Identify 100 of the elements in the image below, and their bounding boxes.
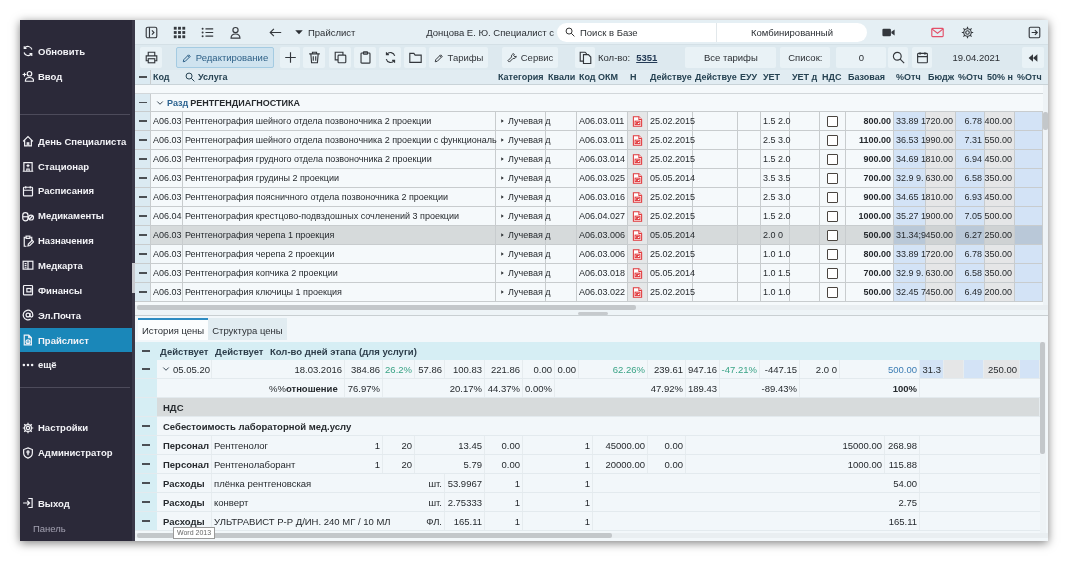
triangle-right-icon[interactable] [500,137,505,143]
document-icon[interactable] [632,171,643,185]
column-header[interactable]: Базовая [846,70,894,84]
checkbox[interactable] [827,286,838,298]
column-header[interactable]: 50% н [985,70,1015,84]
row-header[interactable] [135,436,157,454]
sidebar-item[interactable]: День Специалиста [20,128,132,154]
print-button[interactable] [140,47,162,68]
table-row[interactable]: A06.03 Рентгенография черепа 2 проекции Лучевая д A06.03.006 25.02.2015 1.0 1.0 800.00 33.89 1720.00 6.78 350.00 [135,245,1043,264]
sidebar-action[interactable]: Настройки [20,415,132,441]
count-link[interactable]: 5351 [636,52,658,63]
refresh-button[interactable] [379,47,401,68]
row-header[interactable] [135,207,151,225]
checkbox[interactable] [827,229,838,241]
search-field[interactable]: Поиск в Базе [557,22,717,42]
folder-button[interactable] [404,47,426,68]
column-header[interactable]: ЕУУ [738,70,761,84]
checkbox[interactable] [827,115,838,127]
search-button[interactable] [888,47,909,68]
triangle-right-icon[interactable] [500,289,505,295]
column-header[interactable]: Н [628,70,648,84]
document-icon[interactable] [632,247,643,261]
document-icon[interactable] [632,228,643,242]
tariffs-button[interactable]: Тарифы [429,47,488,68]
document-icon[interactable] [632,266,643,280]
vertical-scrollbar[interactable] [1040,342,1046,533]
copy-button[interactable] [329,47,351,68]
list-count-field[interactable]: 0 [836,47,887,68]
splitter-handle[interactable] [578,312,608,315]
scrollbar-thumb[interactable] [1043,112,1048,130]
tariff-filter-field[interactable]: Все тарифы [685,47,777,68]
column-header[interactable]: Действует [157,342,212,360]
table-row[interactable]: A06.03 Рентгенография шейного отдела позвоночника 2 проекции Лучевая д A06.03.011 25.02.2015 1.5 2.0 800.00 33.89 1720.00 6.78 400.00 [135,112,1043,131]
scrollbar-thumb[interactable] [1040,342,1045,454]
row-header[interactable] [135,150,151,168]
document-icon[interactable] [632,152,643,166]
checkbox[interactable] [827,210,838,222]
document-icon[interactable] [632,190,643,204]
checkbox[interactable] [827,172,838,184]
triangle-right-icon[interactable] [500,194,505,200]
date-field[interactable]: 19.04.2021 [940,47,1013,68]
triangle-right-icon[interactable] [500,118,505,124]
triangle-right-icon[interactable] [500,270,505,276]
sidebar-action[interactable]: Обновить [20,39,132,64]
row-header[interactable] [135,360,157,378]
sidebar-item[interactable]: Финансы [20,277,132,303]
column-header[interactable]: Код [151,70,183,84]
add-button[interactable] [280,47,300,68]
sidebar-item[interactable]: Прайслист [20,327,132,353]
triangle-right-icon[interactable] [500,251,505,257]
horizontal-scrollbar[interactable] [135,533,1048,538]
sidebar-item[interactable]: Эл.Почта [20,302,132,328]
document-icon[interactable] [632,285,643,299]
tab[interactable]: История цены [138,318,209,340]
horizontal-scrollbar[interactable] [135,305,1048,310]
table-row[interactable]: A06.03 Рентгенография черепа 1 проекция Лучевая д A06.03.006 05.05.2014 2.0 0 500.00 31.34;9450.00 6.27 250.00 [135,226,1043,245]
delete-button[interactable] [303,47,325,68]
table-row[interactable]: A06.03 Рентгенография грудины 2 проекции Лучевая д A06.03.025 05.05.2014 3.5 3.5 700.00 32.9 9. 630.00 6.58 350.00 [135,169,1043,188]
row-header[interactable] [135,131,151,149]
row-header[interactable] [135,493,157,511]
row-header[interactable] [135,474,157,492]
checkbox[interactable] [827,267,838,279]
checkbox[interactable] [827,248,838,260]
row-header[interactable] [135,512,157,530]
paste-button[interactable] [354,47,376,68]
sidebar-item[interactable]: ещё [20,352,132,378]
table-row[interactable]: A06.03 Рентгенография грудного отдела позвоночника 2 проекции Лучевая д A06.03.014 25.02.2015 1.5 2.0 900.00 34.69 1810.00 6.94 450.00 [135,150,1043,169]
column-header[interactable]: УЕТ [761,70,790,84]
sidebar-action[interactable]: Администратор [20,440,132,466]
column-header[interactable]: Код ОКМ [577,70,628,84]
column-header[interactable]: %Отч [894,70,926,84]
checkbox[interactable] [827,134,838,146]
sidebar-action[interactable]: Ввод [20,63,132,89]
row-header[interactable] [135,169,151,187]
triangle-right-icon[interactable] [500,232,505,238]
row-header[interactable] [135,417,157,435]
scrollbar-thumb[interactable] [137,533,612,538]
sidebar-item[interactable]: Назначения [20,228,132,253]
table-row[interactable]: A06.03 Рентгенография шейного отдела позвоночника 2 проекции с функциональ Лучевая д A06.03.011 25.02.2015 2.5 3.0 1100.00 36.53 1990.00 7.31 550.00 [135,131,1043,150]
column-header[interactable]: УЕТ д [790,70,820,84]
sidebar-item[interactable]: Медкарта [20,253,132,278]
row-header[interactable] [135,188,151,206]
search-mode-dropdown[interactable]: Комбинированный [717,22,867,42]
checkbox[interactable] [827,191,838,203]
triangle-right-icon[interactable] [500,213,505,219]
row-header[interactable] [135,245,151,263]
column-header[interactable]: Категория [496,70,546,84]
column-header[interactable]: %Отч [1015,70,1043,84]
column-header[interactable]: НДС [820,70,846,84]
row-header[interactable] [135,283,151,301]
calendar-button[interactable] [912,47,933,68]
group-header[interactable]: НДС [157,398,1040,416]
table-row[interactable]: A06.03 Рентгенография поясничного отдела позвоночника 2 проекции Лучевая д A06.03.016 25.02.2015 2.5 3.0 900.00 34.65 1810.00 6.93 450.00 [135,188,1043,207]
row-header[interactable] [135,94,151,111]
scrollbar-thumb[interactable] [137,305,636,310]
checkbox[interactable] [827,153,838,165]
panel-label[interactable]: Панель [20,515,132,541]
document-icon[interactable] [632,209,643,223]
tab[interactable]: Структура цены [208,318,287,340]
table-row[interactable]: A06.03 Рентгенография ключицы 1 проекция Лучевая д A06.03.022 25.02.2015 1.0 1.0 500.00 32.45 7450.00 6.49 200.00 [135,283,1043,302]
